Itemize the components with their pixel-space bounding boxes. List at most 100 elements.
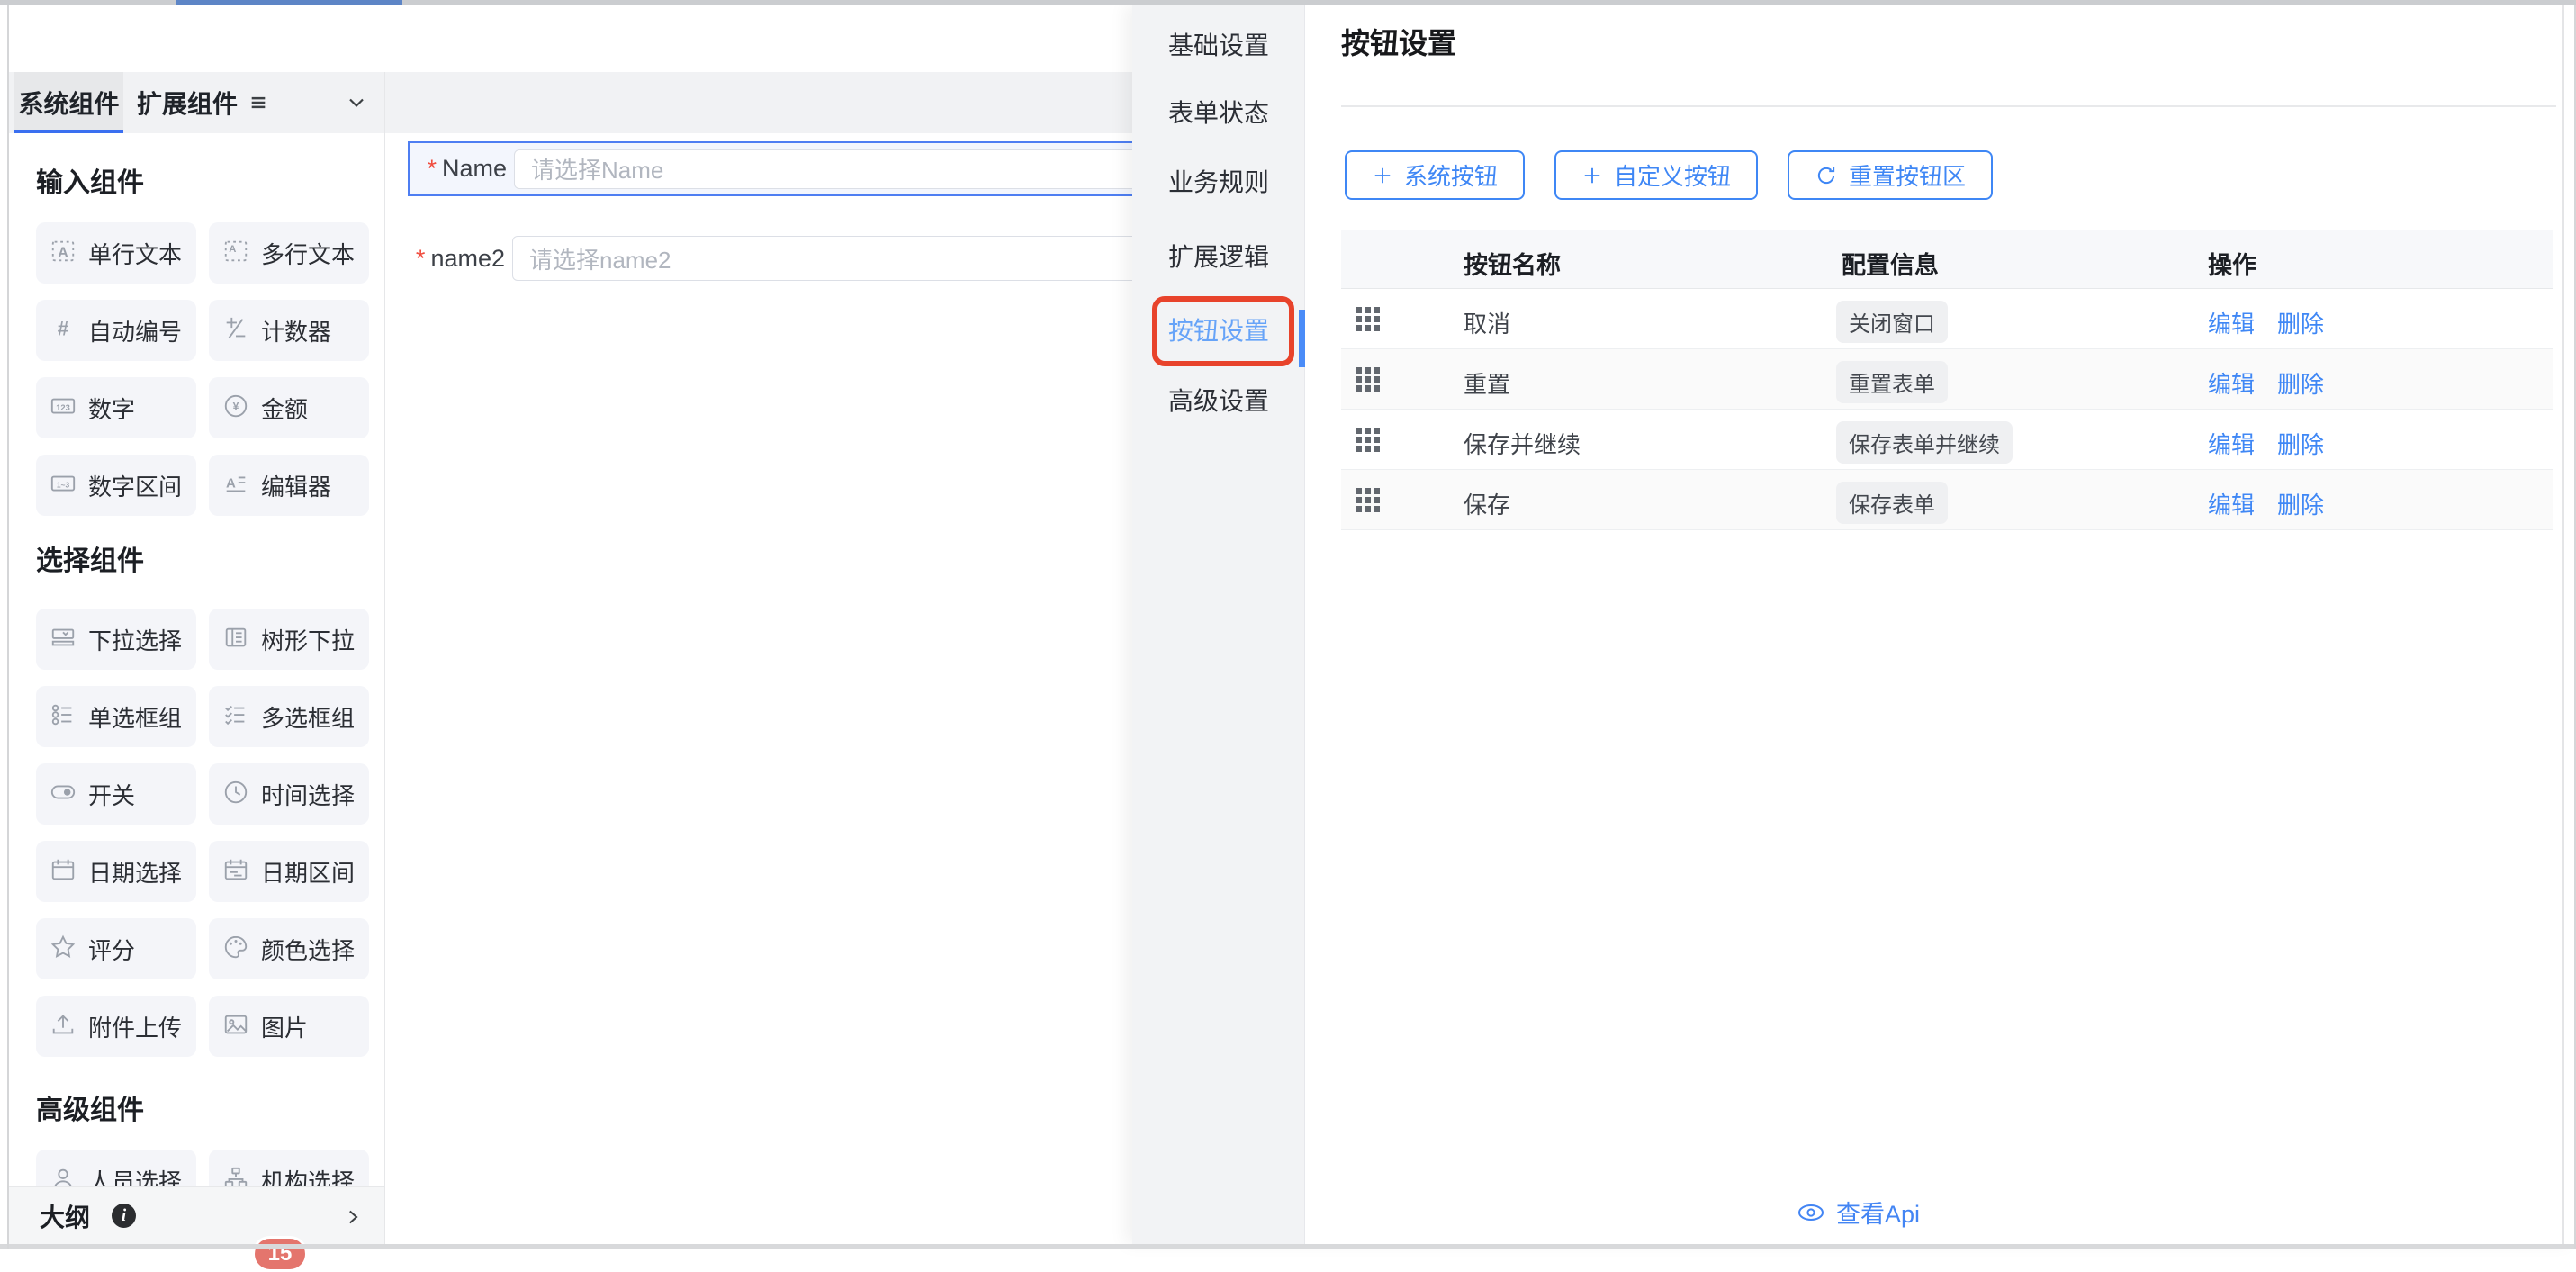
table-row: 重置重置表单编辑删除 [1341, 349, 2553, 410]
component-tile-image[interactable]: 图片 [209, 996, 369, 1057]
tab-extension-components[interactable]: 扩展组件 [129, 72, 246, 133]
component-label: 数字区间 [88, 469, 182, 502]
component-label: 单行文本 [88, 237, 182, 270]
reset-button-area[interactable]: 重置按钮区 [1788, 150, 1993, 200]
plus-icon [1372, 165, 1393, 186]
component-tile-org-picker[interactable]: 机构选择 [209, 1150, 369, 1186]
drawer-scrollbar[interactable] [2562, 5, 2564, 1244]
settings-menu-item-3[interactable]: 业务规则 [1168, 163, 1269, 199]
component-label: 颜色选择 [261, 933, 355, 966]
table-row: 取消关闭窗口编辑删除 [1341, 289, 2553, 349]
component-tile-date-picker[interactable]: 日期选择 [36, 841, 196, 902]
sidebar-tab-row: 系统组件 扩展组件 [9, 72, 384, 133]
component-tile-checkbox-group[interactable]: 多选框组 [209, 686, 369, 747]
component-label: 附件上传 [88, 1010, 182, 1043]
chevron-right-icon[interactable] [341, 1205, 365, 1233]
edit-link[interactable]: 编辑 [2208, 487, 2255, 520]
drag-handle-icon[interactable] [1356, 367, 1380, 392]
edit-link[interactable]: 编辑 [2208, 306, 2255, 339]
add-system-button[interactable]: 系统按钮 [1345, 150, 1525, 200]
person-picker-icon [50, 1165, 77, 1187]
browser-tab-accent [176, 0, 402, 5]
component-tile-switch[interactable]: 开关 [36, 763, 196, 825]
section-title: 高级组件 [36, 1087, 144, 1127]
component-tile-multi-line-text[interactable]: A多行文本 [209, 222, 369, 284]
component-tile-radio-group[interactable]: 单选框组 [36, 686, 196, 747]
component-tile-dropdown[interactable]: 下拉选择 [36, 609, 196, 670]
date-range-icon [222, 856, 249, 888]
chevron-down-icon[interactable] [344, 90, 369, 115]
component-label: 人员选择 [88, 1164, 182, 1187]
dropdown-icon [50, 624, 77, 655]
component-tile-time-picker[interactable]: 时间选择 [209, 763, 369, 825]
component-tile-number-range[interactable]: 1~3 数字区间 [36, 455, 196, 516]
settings-menu-item-2[interactable]: 表单状态 [1168, 94, 1269, 130]
name-select-input[interactable]: 请选择Name [514, 149, 1132, 189]
delete-link[interactable]: 删除 [2277, 427, 2324, 460]
settings-menu-item-6[interactable]: 高级设置 [1168, 382, 1269, 418]
svg-text:A: A [229, 243, 236, 254]
field-label: *name2 [408, 245, 505, 273]
eye-icon [1797, 1198, 1825, 1227]
form-field-name-selected[interactable]: *Name 请选择Name [408, 141, 1132, 196]
settings-menu-item-5[interactable]: 按钮设置 [1168, 311, 1269, 347]
canvas-toolbar [385, 72, 1132, 133]
svg-text:123: 123 [56, 403, 70, 412]
component-tile-tree-dropdown[interactable]: 树形下拉 [209, 609, 369, 670]
component-label: 图片 [261, 1010, 308, 1043]
component-label: 下拉选择 [88, 623, 182, 656]
component-tile-auto-number[interactable]: #自动编号 [36, 300, 196, 361]
table-row: 保存并继续保存表单并继续编辑删除 [1341, 410, 2553, 470]
tab-system-components[interactable]: 系统组件 [14, 72, 123, 133]
collapse-list-icon[interactable] [246, 90, 271, 115]
component-tile-single-line-text[interactable]: A单行文本 [36, 222, 196, 284]
button-name-cell: 保存并继续 [1464, 427, 1581, 460]
settings-menu-item-1[interactable]: 基础设置 [1168, 26, 1269, 62]
view-api-link[interactable]: 查看Api [1797, 1195, 1920, 1230]
window-left-edge [7, 5, 9, 1249]
drag-handle-icon[interactable] [1356, 488, 1380, 512]
delete-link[interactable]: 删除 [2277, 306, 2324, 339]
component-tile-color-picker[interactable]: 颜色选择 [209, 918, 369, 979]
button-name-cell: 保存 [1464, 487, 1510, 520]
app-window: 系统组件 扩展组件 输入组件A单行文本A多行文本#自动编号计数器123数字¥金额… [0, 0, 2576, 1249]
panel-divider [1341, 105, 2556, 107]
outline-bar[interactable]: 大纲 i 15 [9, 1186, 384, 1244]
component-tile-number[interactable]: 123数字 [36, 377, 196, 438]
component-grid: 下拉选择 树形下拉单选框组多选框组开关时间选择日期选择 日期区间评分 颜色选择附件上传… [36, 609, 374, 1057]
component-label: 树形下拉 [261, 623, 355, 656]
component-label: 自动编号 [88, 314, 182, 347]
component-tile-person-picker[interactable]: 人员选择 [36, 1150, 196, 1186]
settings-drawer: 基础设置表单状态业务规则扩展逻辑按钮设置高级设置 按钮设置 系统按钮自定义按钮重… [1132, 5, 2576, 1244]
form-field-name2[interactable]: *name2 请选择name2 [408, 230, 1132, 286]
component-tile-date-range[interactable]: 日期区间 [209, 841, 369, 902]
component-label: 评分 [88, 933, 135, 966]
component-grid: A单行文本A多行文本#自动编号计数器123数字¥金额1~3数字区间A编辑器 [36, 222, 374, 516]
col-header-actions: 操作 [2208, 246, 2256, 281]
panel-title: 按钮设置 [1341, 21, 1456, 62]
button-name-cell: 重置 [1464, 366, 1510, 400]
component-tile-rating[interactable]: 评分 [36, 918, 196, 979]
settings-menu-item-4[interactable]: 扩展逻辑 [1168, 238, 1269, 274]
component-tile-editor[interactable]: A编辑器 [209, 455, 369, 516]
form-canvas[interactable]: *Name 请选择Name *name2 请选择name2 [385, 72, 1132, 1244]
drag-handle-icon[interactable] [1356, 307, 1380, 331]
delete-link[interactable]: 删除 [2277, 487, 2324, 520]
tree-dropdown-icon [222, 624, 249, 655]
component-tile-amount[interactable]: ¥金额 [209, 377, 369, 438]
svg-text:1~3: 1~3 [57, 480, 70, 489]
component-label: 日期区间 [261, 855, 355, 889]
table-header-row: 按钮名称 配置信息 操作 [1341, 230, 2553, 289]
component-tile-attachment-upload[interactable]: 附件上传 [36, 996, 196, 1057]
component-label: 机构选择 [261, 1164, 355, 1187]
radio-group-icon [50, 701, 77, 733]
edit-link[interactable]: 编辑 [2208, 366, 2255, 400]
add-custom-button[interactable]: 自定义按钮 [1554, 150, 1758, 200]
component-tile-counter[interactable]: 计数器 [209, 300, 369, 361]
edit-link[interactable]: 编辑 [2208, 427, 2255, 460]
name2-select-input[interactable]: 请选择name2 [512, 236, 1132, 281]
window-top-edge [0, 0, 2576, 5]
drag-handle-icon[interactable] [1356, 428, 1380, 452]
delete-link[interactable]: 删除 [2277, 366, 2324, 400]
info-icon: i [112, 1204, 136, 1228]
